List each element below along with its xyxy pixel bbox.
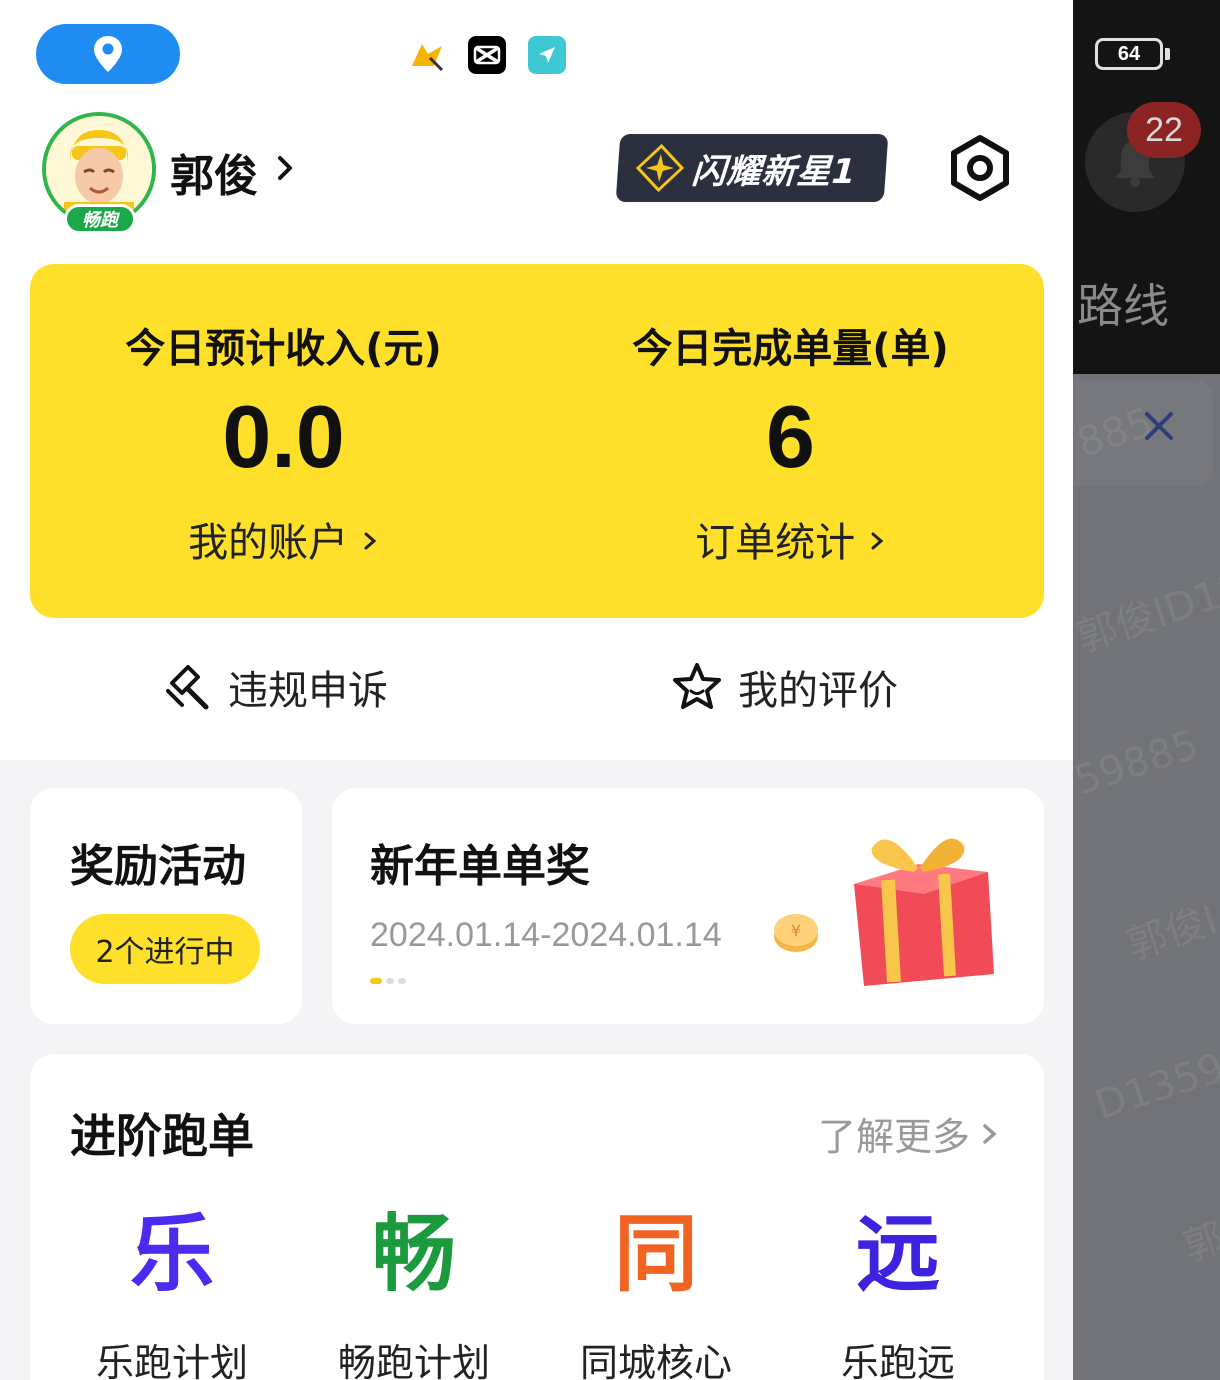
promo-date-range: 2024.01.14-2024.01.14 (370, 916, 722, 954)
avatar[interactable]: 畅跑 (42, 112, 156, 234)
advanced-running-section: 进阶跑单 了解更多 乐 乐跑计划 畅 畅跑计划 同 同城核心 远 乐跑远 (30, 1054, 1044, 1380)
send-app-icon (528, 36, 566, 74)
location-pin-icon (94, 36, 122, 72)
section-title: 进阶跑单 (70, 1109, 254, 1163)
appeal-gavel-icon (166, 665, 209, 710)
app-notification-icon-1 (408, 36, 446, 74)
rank-label: 闪耀新星1 (690, 151, 858, 192)
watermark-text: 59885 (1073, 721, 1205, 805)
plan-label: 乐跑计划 (95, 1341, 248, 1380)
route-tab-label: 路线 (1077, 279, 1169, 333)
carousel-dot-active (370, 978, 382, 984)
orders-stat: 今日完成单量(单) 6 订单统计 (537, 264, 1044, 618)
capcut-icon (468, 36, 506, 74)
reward-activities-card[interactable]: 奖励活动 2个进行中 (30, 788, 302, 1024)
plan-icon: 同 (613, 1205, 698, 1303)
user-name[interactable]: 郭俊 (170, 140, 258, 204)
chevron-right-icon[interactable] (272, 150, 298, 186)
avatar-badge: 畅跑 (64, 204, 136, 234)
close-icon[interactable] (1139, 406, 1179, 446)
promo-banner[interactable]: 新年单单奖 2024.01.14-2024.01.14 ¥ (332, 788, 1044, 1024)
plan-icon: 畅 (371, 1205, 456, 1303)
violation-appeal-label: 违规申诉 (228, 668, 388, 714)
learn-more-label: 了解更多 (817, 1115, 970, 1159)
chevron-right-icon (983, 1123, 997, 1144)
order-stats-label: 订单统计 (695, 520, 856, 566)
plan-changpao[interactable]: 畅 畅跑计划 (304, 1212, 524, 1380)
svg-text:¥: ¥ (791, 921, 801, 940)
status-bar-app-icons (408, 36, 566, 74)
dimmed-background-screen[interactable]: 64 22 路线 885 郭俊ID13 59885 郭俊I D13598 郭 (1073, 0, 1220, 1380)
my-reviews-button[interactable]: 我的评价 (670, 658, 898, 716)
plan-label: 畅跑计划 (337, 1341, 490, 1380)
plan-tongcheng[interactable]: 同 同城核心 (546, 1212, 766, 1380)
profile-drawer: 畅跑 郭俊 闪耀新星1 今日预计收入(元) 0.0 我的账户 今日完成单量(单)… (0, 0, 1073, 1380)
reward-status-badge: 2个进行中 (70, 914, 260, 984)
notification-count-badge: 22 (1127, 102, 1201, 158)
carousel-dots (370, 978, 406, 984)
income-label: 今日预计收入(元) (125, 326, 442, 372)
violation-appeal-button[interactable]: 违规申诉 (162, 658, 388, 716)
gift-box-icon: ¥ (774, 838, 994, 986)
watermark-text: 郭 (1178, 1214, 1220, 1271)
quick-actions-card: 违规申诉 我的评价 (30, 618, 1044, 758)
orders-value: 6 (766, 387, 815, 486)
plan-lepaoyuan[interactable]: 远 乐跑远 (788, 1212, 1008, 1380)
plan-label: 乐跑远 (840, 1341, 955, 1380)
chevron-right-icon (871, 532, 884, 550)
watermark-text: D13598 (1089, 1036, 1220, 1130)
star-diamond-icon (635, 144, 685, 192)
my-reviews-label: 我的评价 (738, 668, 898, 714)
watermark-text: 郭俊I (1121, 896, 1220, 969)
today-stats-card: 今日预计收入(元) 0.0 我的账户 今日完成单量(单) 6 订单统计 (30, 264, 1044, 618)
chevron-right-icon (364, 532, 377, 550)
battery-tip (1165, 48, 1170, 60)
order-stats-link[interactable]: 订单统计 (537, 510, 1044, 568)
location-indicator[interactable] (36, 24, 180, 84)
carousel-dot (398, 978, 406, 984)
star-face-icon (673, 663, 721, 709)
orders-label: 今日完成单量(单) (632, 326, 949, 372)
settings-gear-icon[interactable] (946, 134, 1014, 202)
plan-label: 同城核心 (579, 1341, 732, 1380)
income-value: 0.0 (222, 387, 345, 486)
learn-more-link[interactable]: 了解更多 (818, 1106, 1000, 1161)
my-account-label: 我的账户 (188, 520, 349, 566)
battery-indicator: 64 (1095, 38, 1163, 70)
plan-icon: 远 (855, 1205, 940, 1303)
carousel-dot (386, 978, 394, 984)
reward-title: 奖励活动 (70, 841, 246, 892)
watermark-text: 郭俊ID13 (1073, 564, 1220, 662)
plan-lepao[interactable]: 乐 乐跑计划 (62, 1212, 282, 1380)
plan-icon: 乐 (129, 1205, 214, 1303)
rank-badge[interactable]: 闪耀新星1 (615, 134, 889, 202)
promo-title: 新年单单奖 (370, 841, 590, 892)
my-account-link[interactable]: 我的账户 (30, 510, 537, 568)
income-stat: 今日预计收入(元) 0.0 我的账户 (30, 264, 537, 618)
